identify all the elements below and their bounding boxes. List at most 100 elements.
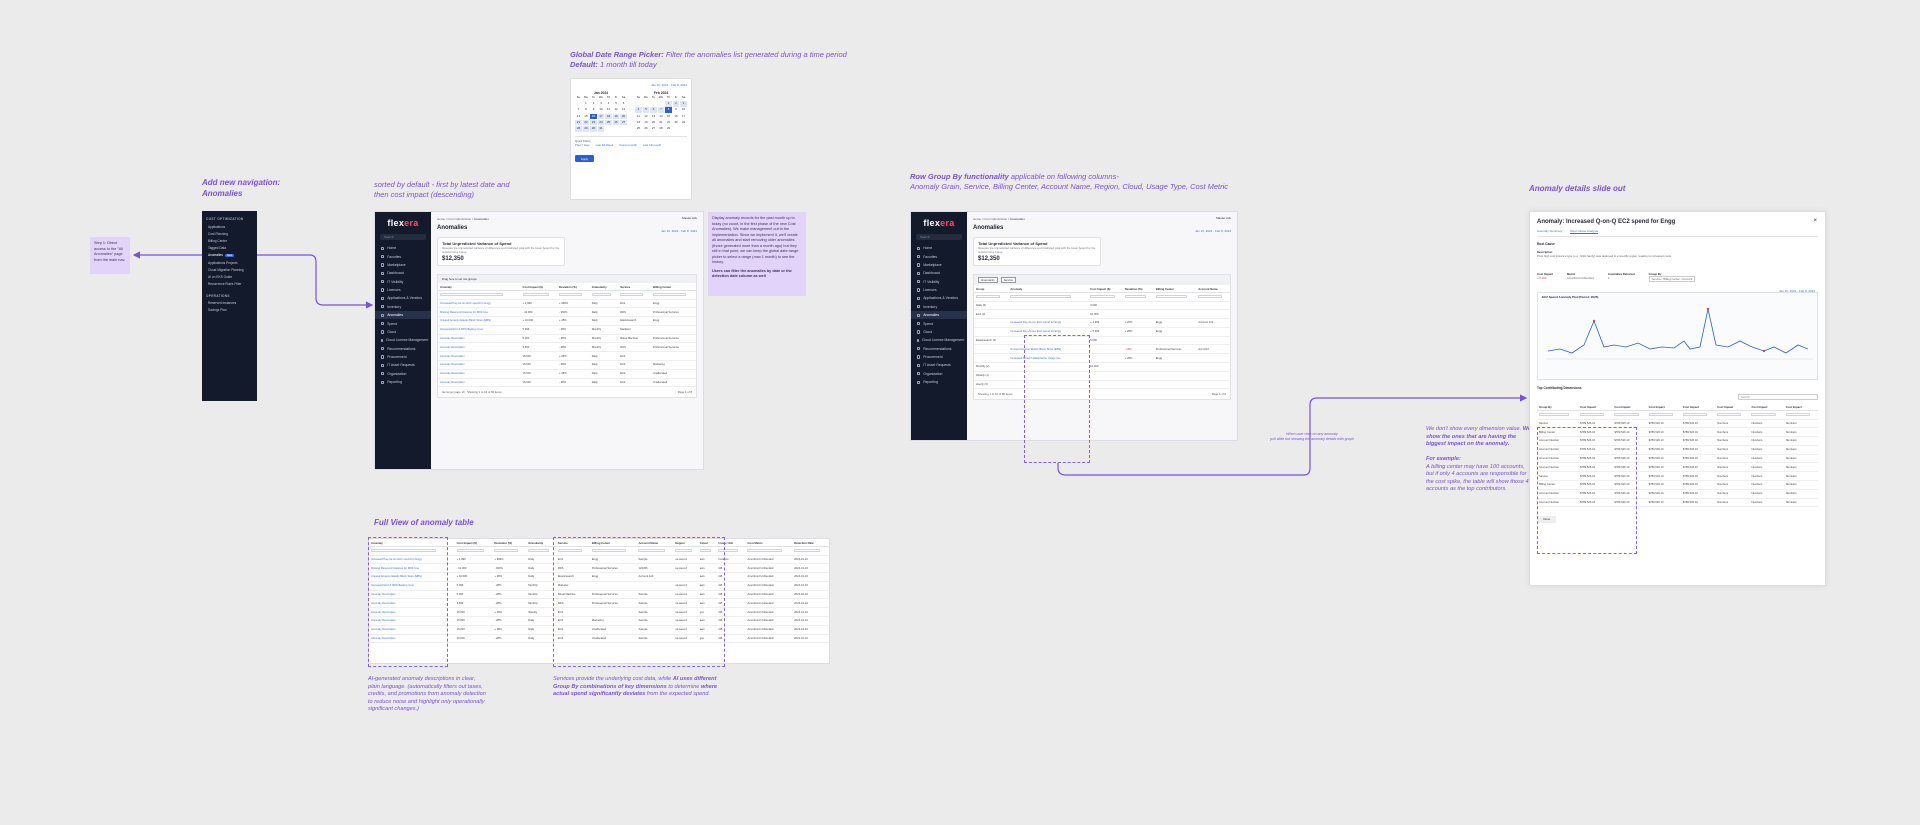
sidebar-item[interactable]: Home: [375, 244, 431, 252]
menu-item[interactable]: Reserved Instances: [202, 300, 257, 307]
calendar-day[interactable]: 24: [680, 120, 687, 126]
quick-filter[interactable]: Current month: [619, 143, 637, 147]
tab-root-cause[interactable]: Root Cause Analysis: [1570, 229, 1599, 234]
quick-filter[interactable]: Last full Week: [596, 143, 614, 147]
sidebar-item[interactable]: Spend: [911, 319, 967, 327]
calendar-day[interactable]: 13: [650, 114, 657, 120]
calendar-day[interactable]: 23: [590, 119, 597, 126]
column-filter-input[interactable]: [1682, 412, 1708, 416]
column-filter-input[interactable]: [1580, 412, 1605, 416]
calendar-day[interactable]: 4: [635, 107, 642, 113]
menu-item[interactable]: AI on EKS Guide: [202, 273, 257, 280]
date-range-button[interactable]: Jan 16, 2024 - Feb 8, 2024: [1195, 229, 1231, 233]
rows-per-page[interactable]: Items per page 10 · Showing 1 to 10 of 8…: [442, 390, 502, 394]
group-by-select[interactable]: Service / Billing Center / Account: [1648, 276, 1696, 282]
calendar-day[interactable]: 20: [650, 120, 657, 126]
calendar-day[interactable]: 14: [658, 114, 665, 120]
org-switcher[interactable]: Master Ack: [682, 216, 697, 220]
sidebar-item[interactable]: Licenses: [911, 286, 967, 294]
calendar-day[interactable]: 10: [680, 107, 687, 113]
sidebar-item[interactable]: Recommendations: [911, 345, 967, 353]
calendar-day[interactable]: 17: [597, 113, 605, 120]
calendar-day[interactable]: 2: [672, 101, 680, 107]
column-filter-input[interactable]: [528, 548, 549, 552]
menu-item[interactable]: Cloud Migration Planning: [202, 266, 257, 273]
column-filter-input[interactable]: [620, 292, 644, 296]
calendar-day[interactable]: 14: [575, 114, 582, 120]
column-header[interactable]: Group: [974, 285, 1009, 293]
org-switcher[interactable]: Master Ack: [1216, 216, 1231, 220]
calendar-day[interactable]: 27: [650, 126, 657, 132]
calendar-day[interactable]: 25: [605, 119, 612, 126]
sidebar-item[interactable]: Home: [911, 244, 967, 252]
table-row[interactable]: Anomaly Description 5,000- 28% Monthly Ritu…: [438, 334, 696, 344]
sidebar-item[interactable]: Reporting: [911, 378, 967, 386]
column-filter-input[interactable]: [1010, 294, 1071, 298]
calendar-day[interactable]: 26: [612, 119, 620, 126]
column-header[interactable]: Account Name: [1196, 285, 1230, 293]
column-header[interactable]: Billing Center: [1153, 285, 1197, 293]
sidebar-item[interactable]: IT Visibility: [375, 278, 431, 286]
column-filter-input[interactable]: [1614, 412, 1639, 416]
calendar-day[interactable]: 30: [590, 125, 597, 132]
sidebar-item[interactable]: Procurement: [375, 353, 431, 361]
calendar-day[interactable]: 16: [590, 113, 597, 120]
calendar-day[interactable]: 12: [613, 107, 620, 113]
calendar-day[interactable]: 22: [665, 120, 672, 126]
table-row[interactable]: Missing Reserved instance for RDS Use - 1…: [438, 307, 696, 318]
column-filter-input[interactable]: [653, 292, 686, 296]
column-header[interactable]: Cost Impact: [1646, 403, 1681, 411]
column-filter-input[interactable]: [1751, 412, 1776, 416]
sidebar-item[interactable]: Cloud License Management: [375, 336, 431, 344]
group-drop-zone[interactable]: Drag here to set row groups: [438, 275, 696, 283]
sidebar-item[interactable]: Organization: [911, 370, 967, 378]
table-row[interactable]: EC2 (3) 10,000: [974, 309, 1230, 320]
column-filter-input[interactable]: [1124, 294, 1147, 298]
sidebar-item[interactable]: Dashboard: [375, 269, 431, 277]
column-filter-input[interactable]: [591, 292, 612, 296]
column-filter-input[interactable]: [494, 548, 519, 552]
sidebar-item[interactable]: Anomalies: [375, 311, 431, 320]
table-row[interactable]: Anomaly Description 15,000- 28% Daily EC2 Un…: [438, 378, 696, 388]
column-filter-input[interactable]: [456, 548, 484, 552]
table-row[interactable]: Hourly (3): [974, 380, 1230, 390]
calendar-day[interactable]: 17: [680, 114, 687, 120]
column-header[interactable]: Deviation (%): [492, 539, 527, 547]
column-header[interactable]: Deviation (%): [1122, 285, 1154, 293]
calendar-day[interactable]: 21: [575, 119, 582, 126]
calendar-day[interactable]: 21: [658, 120, 665, 126]
menu-item[interactable]: Billing Center: [202, 237, 257, 244]
menu-item[interactable]: Applications: [202, 223, 257, 230]
sidebar-item[interactable]: Cloud: [375, 328, 431, 336]
calendar-day[interactable]: 5: [613, 101, 620, 107]
table-row[interactable]: Weekly (1): [974, 371, 1230, 381]
menu-item[interactable]: Tagged Data: [202, 245, 257, 252]
column-header[interactable]: Cost Metric: [745, 539, 793, 547]
column-filter-input[interactable]: [1785, 412, 1810, 416]
contrib-search-input[interactable]: Search: [1738, 394, 1818, 400]
column-header[interactable]: Cost Impact: [1749, 403, 1784, 411]
sidebar-item[interactable]: Applications & Vendors: [911, 294, 967, 302]
column-filter-input[interactable]: [440, 292, 503, 296]
calendar-day[interactable]: 15: [665, 114, 672, 120]
calendar-day[interactable]: 29: [665, 126, 672, 132]
sidebar-item[interactable]: Cloud License Management: [911, 336, 967, 344]
column-filter-input[interactable]: [976, 294, 1001, 298]
calendar-day[interactable]: 4: [605, 101, 612, 107]
column-header[interactable]: Cost Impact: [1680, 403, 1716, 411]
calendar-day[interactable]: 6: [620, 101, 627, 107]
calendar-day[interactable]: 20: [620, 113, 627, 120]
calendar-day[interactable]: 7: [657, 107, 665, 113]
column-header[interactable]: Group By: [1537, 403, 1579, 411]
table-row[interactable]: Unused Amazon Elastic Block Store (EBS) +…: [438, 316, 696, 326]
group-chip[interactable]: Granularity: [978, 277, 998, 283]
column-header[interactable]: Cost Impact ($): [1088, 285, 1123, 293]
column-header[interactable]: Cost Impact: [1715, 403, 1750, 411]
calendar-day[interactable]: 5: [642, 107, 650, 113]
calendar-day[interactable]: 10: [598, 107, 605, 113]
sidebar-item[interactable]: Favorites: [375, 252, 431, 260]
calendar-day[interactable]: 8: [665, 107, 672, 113]
quick-filter[interactable]: Past 7 days: [575, 143, 590, 147]
calendar-day[interactable]: 18: [635, 120, 642, 126]
calendar-day[interactable]: 16: [673, 114, 680, 120]
